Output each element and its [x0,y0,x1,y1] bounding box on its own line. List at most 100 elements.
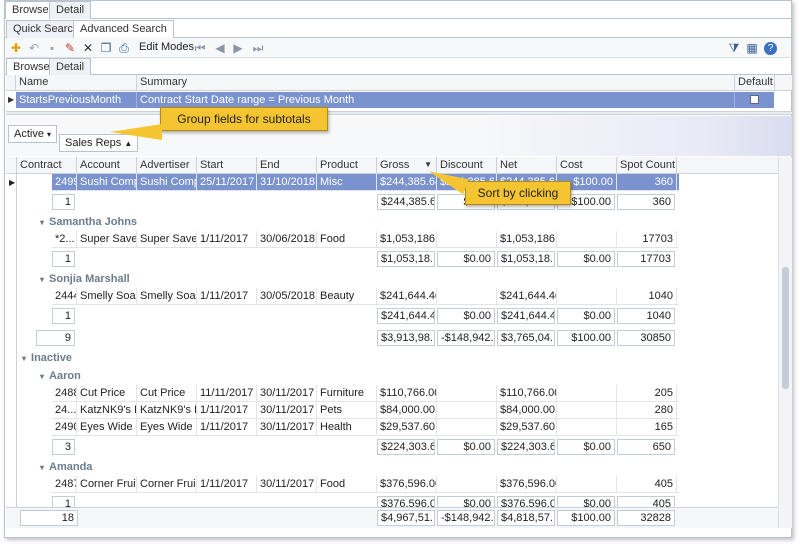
edit-icon[interactable]: ✎ [62,40,78,56]
table-cell: $84,000.00 [377,402,437,418]
table-cell: 2499 [52,174,77,190]
main-grid-header: Contract Account Advertiser Start End Product… [6,157,778,174]
column-header-default[interactable]: Default [735,75,775,91]
column-header-spot-count[interactable]: Spot Count [617,157,677,174]
tab-advanced-search[interactable]: Advanced Search [73,20,174,38]
filter-icon[interactable]: ⧩ [726,40,742,56]
query-grid-header: Name Summary Default [6,75,792,91]
table-cell: Pets [317,402,377,418]
copy-icon[interactable]: ❐ [98,40,114,56]
footer-total: $100.00 [557,510,615,526]
row-indicator-header [6,157,17,174]
group-header[interactable]: ▾ Samantha Johns [40,216,137,228]
table-cell: Super Save... [137,231,197,247]
last-record-icon[interactable]: ⏭ [250,40,266,56]
table-cell [557,385,617,401]
table-cell: 1/11/2017 [197,231,257,247]
summary-cell: $0.00 [557,251,615,267]
column-header-account[interactable]: Account [77,157,137,174]
collapse-icon[interactable]: ▾ [40,463,44,472]
column-header-end[interactable]: End [257,157,317,174]
group-header[interactable]: ▾ Inactive [22,352,72,364]
summary-cell: 30850 [617,330,675,346]
footer-total: 32828 [617,510,675,526]
column-header-start[interactable]: Start [197,157,257,174]
row-divider [52,492,679,493]
table-cell [437,288,497,304]
table-cell: Cut Price [77,385,137,401]
summary-cell: 17703 [617,251,675,267]
summary-cell: $0.00 [437,308,495,324]
summary-cell: $376,596.00 [377,496,435,507]
table-cell: 2488 [52,385,77,401]
active-filter-button[interactable]: Active ▾ [8,125,58,143]
group-header[interactable]: ▾ Amanda [40,461,92,473]
group-header[interactable]: ▾ Aaron [40,370,81,382]
table-cell: 1/11/2017 [197,419,257,435]
print-icon[interactable]: ⎙ [116,40,132,56]
table-cell: KatzNK9's P... [137,402,197,418]
vertical-scrollbar[interactable] [778,157,792,528]
undo-icon[interactable]: ↶ [26,40,42,56]
table-cell: 2490 [52,419,77,435]
summary-cell: $0.00 [437,439,495,455]
summary-cell: $0.00 [557,308,615,324]
collapse-icon[interactable]: ▾ [40,275,44,284]
edit-modes-button[interactable]: Edit Modes [139,41,194,53]
first-record-icon[interactable]: ⏮ [192,40,208,56]
summary-cell: 1040 [617,308,675,324]
column-header-cost[interactable]: Cost [557,157,617,174]
table-cell: 30/11/2017 [257,385,317,401]
save-icon[interactable]: ▪ [44,40,60,56]
column-header-contract[interactable]: Contract [17,157,77,174]
table-cell: 30/05/2018 [257,288,317,304]
help-icon[interactable]: ? [764,42,777,55]
table-cell: Misc [317,174,377,190]
column-header-net[interactable]: Net [497,157,557,174]
table-cell: Super Save... [77,231,137,247]
delete-icon[interactable]: ✕ [80,40,96,56]
prev-record-icon[interactable]: ◀ [212,40,228,56]
tab-query-detail[interactable]: Detail [49,58,92,75]
column-header-name[interactable]: Name [16,75,137,91]
scrollbar-thumb[interactable] [782,267,789,389]
active-filter-label: Active [14,128,44,140]
table-cell: 24... [52,402,77,418]
column-header-advertiser[interactable]: Advertiser [137,157,197,174]
summary-cell: $1,053,18... [377,251,435,267]
next-record-icon[interactable]: ▶ [230,40,246,56]
table-cell: Beauty [317,288,377,304]
footer-total: -$148,942... [437,510,495,526]
summary-cell: 1 [52,308,75,324]
table-cell [437,402,497,418]
row-divider [52,304,679,305]
new-icon[interactable]: ✚ [8,40,24,56]
collapse-icon[interactable]: ▾ [40,372,44,381]
table-cell: $376,596.00 [377,476,437,492]
group-header[interactable]: ▾ Sonjia Marshall [40,273,130,285]
column-header-product[interactable]: Product [317,157,377,174]
chevron-down-icon: ▾ [47,130,52,139]
summary-cell: $241,644.40 [497,308,555,324]
summary-cell: $224,303.60 [497,439,555,455]
summary-cell: $241,644.40 [377,308,435,324]
row-indicator-header [6,75,16,91]
table-cell: $29,537.60 [497,419,557,435]
default-checkbox[interactable] [750,95,759,104]
collapse-icon[interactable]: ▾ [40,218,44,227]
summary-cell: $100.00 [557,330,615,346]
table-cell: 280 [617,402,677,418]
table-cell: 1/11/2017 [197,288,257,304]
query-row[interactable]: StartsPreviousMonth Contract Start Date … [16,92,774,108]
table-cell: $376,596.00 [497,476,557,492]
table-cell: Smelly Soap... [137,288,197,304]
table-cell: 30/11/2017 [257,419,317,435]
grid-layout-icon[interactable]: ▦ [744,40,760,56]
column-header-summary[interactable]: Summary [137,75,735,91]
tab-detail[interactable]: Detail [49,1,92,19]
splitter[interactable] [6,111,792,115]
table-cell: Health [317,419,377,435]
app-window: Browse Detail Quick Search Advanced Sear… [4,0,792,538]
collapse-icon[interactable]: ▾ [22,354,26,363]
table-cell: $241,644.40 [377,288,437,304]
